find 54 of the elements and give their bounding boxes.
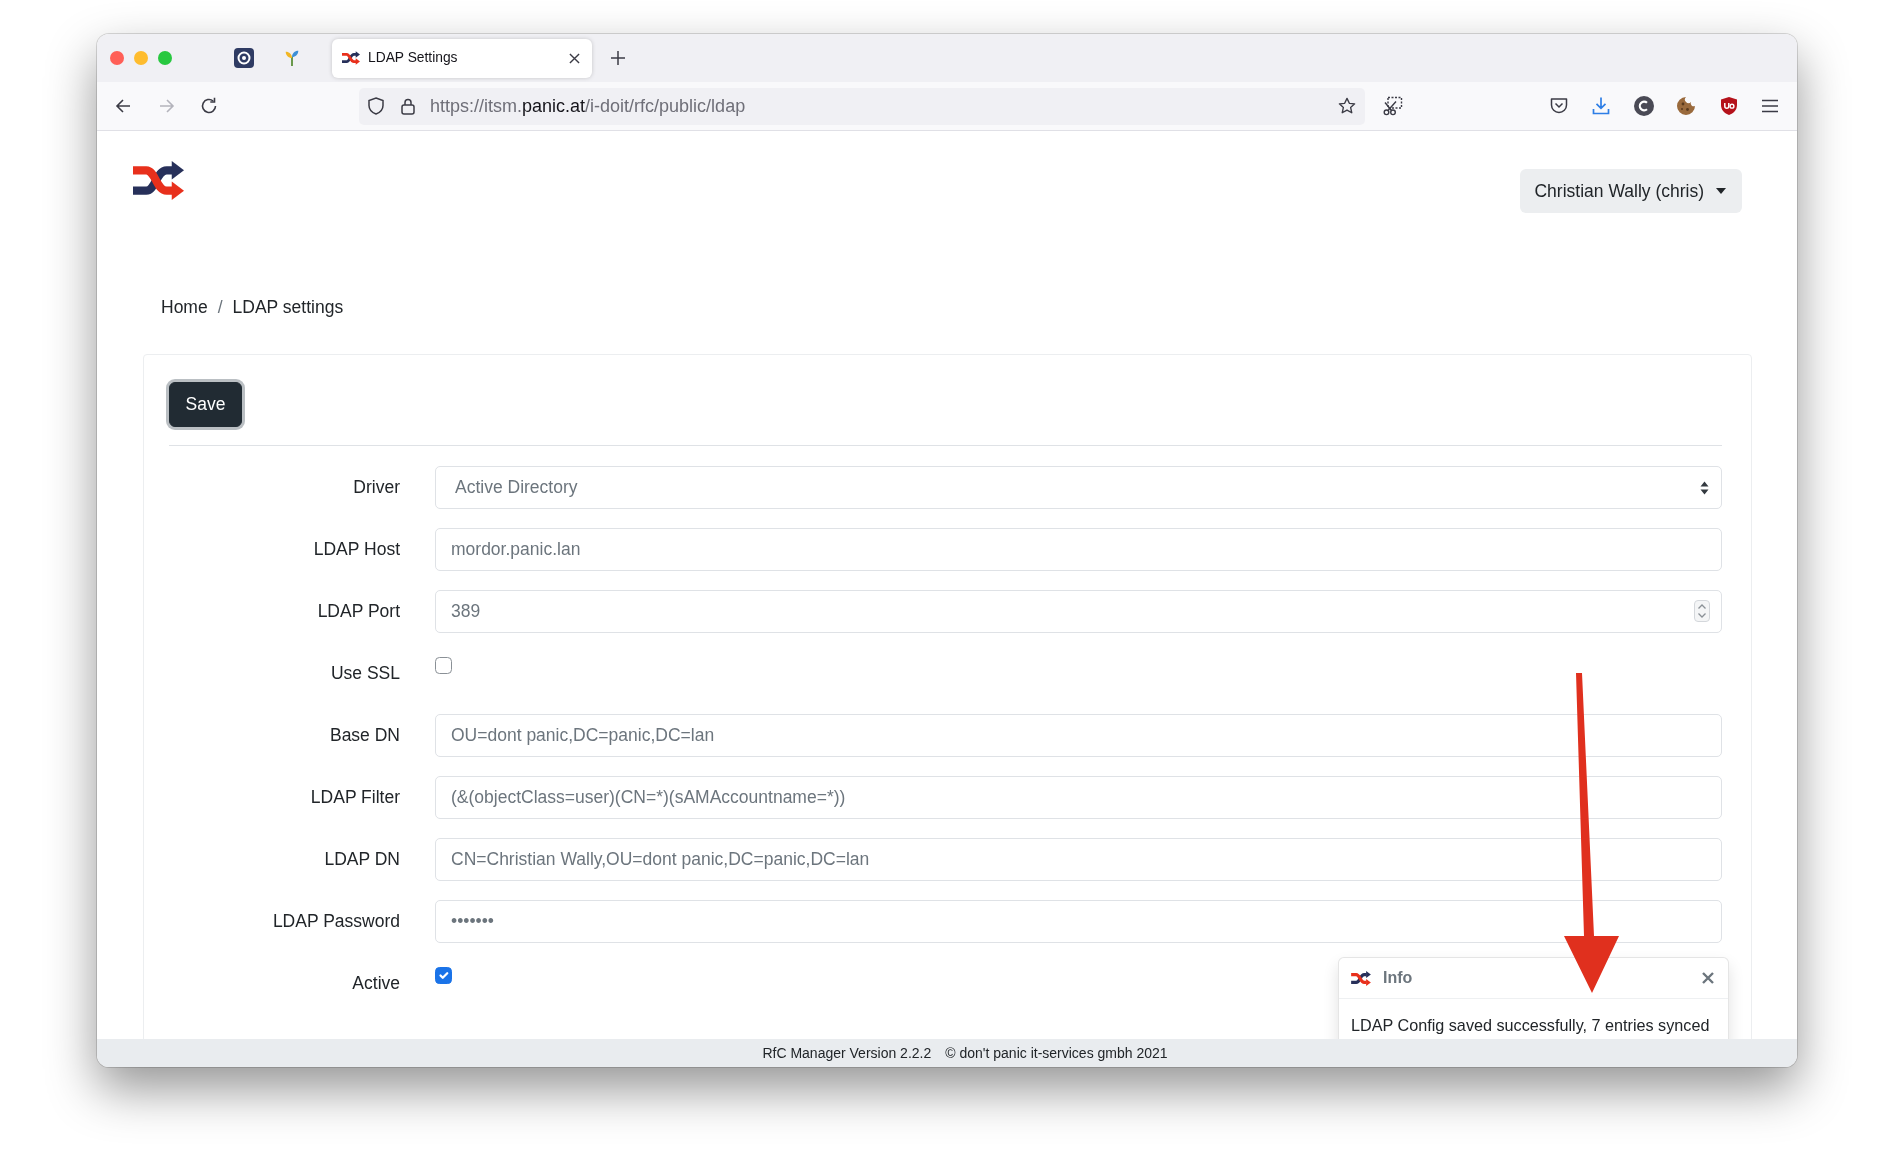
address-bar[interactable]: https://itsm.panic.at/i-doit/rfc/public/ldap — [359, 87, 1365, 125]
input-field[interactable]: CN=Christian Wally,OU=dont panic,DC=panic,DC=lan — [435, 838, 1722, 881]
input-field[interactable]: mordor.panic.lan — [435, 528, 1722, 571]
field-label: Active — [351, 972, 400, 996]
select-field[interactable]: Active Directory — [435, 466, 1722, 509]
crossed-arrows-icon[interactable] — [133, 161, 184, 200]
field-label: Driver — [352, 476, 400, 500]
spinner-icon[interactable] — [1694, 600, 1710, 622]
crossed-arrows-icon — [342, 51, 360, 65]
window-close-icon[interactable] — [110, 51, 124, 65]
breadcrumb-link[interactable]: Home — [161, 294, 208, 320]
password-field[interactable]: ••••••• — [435, 900, 1722, 943]
reload-icon[interactable] — [200, 97, 218, 115]
breadcrumb-separator: / — [217, 296, 223, 319]
back-icon[interactable] — [114, 97, 132, 115]
chevron-badge-icon[interactable] — [1548, 96, 1569, 116]
shield-badge-icon[interactable] — [1718, 96, 1739, 116]
field-label: LDAP DN — [323, 848, 400, 872]
cookie-icon[interactable] — [1676, 96, 1696, 116]
save-button[interactable]: Save — [169, 382, 242, 427]
circle-badge-icon[interactable] — [1633, 96, 1654, 116]
breadcrumb-current: LDAP settings — [232, 296, 344, 319]
caret-icon — [1716, 188, 1726, 194]
url-text: https://itsm.panic.at/i-doit/rfc/public/ldap — [430, 94, 746, 118]
version-text: RfC Manager Version 2.2.2 — [762, 1043, 932, 1063]
field-label: LDAP Port — [316, 600, 400, 624]
lock-icon — [400, 97, 416, 115]
sprout-icon — [283, 49, 301, 67]
user-menu-button[interactable]: Christian Wally (chris) — [1520, 169, 1742, 213]
close-icon[interactable] — [569, 52, 580, 64]
menu-icon[interactable] — [1761, 99, 1779, 113]
sort-caret-icon — [1700, 480, 1709, 495]
field-label: LDAP Password — [271, 910, 400, 934]
number-field[interactable]: 389 — [435, 590, 1722, 633]
field-label: Use SSL — [329, 662, 400, 686]
plus-icon[interactable] — [611, 51, 625, 65]
browser-tab[interactable]: LDAP Settings — [332, 38, 592, 78]
ring-tile-icon — [234, 48, 254, 68]
star-icon[interactable] — [1338, 97, 1356, 115]
crossed-arrows-icon — [1351, 970, 1371, 986]
field-label: LDAP Host — [312, 538, 400, 562]
field-label: Base DN — [328, 724, 400, 748]
checkbox[interactable] — [435, 657, 452, 674]
scissors-icon[interactable] — [1383, 96, 1403, 116]
checkbox[interactable] — [435, 967, 452, 984]
input-field[interactable]: (&(objectClass=user)(CN=*)(sAMAccountname=*)) — [435, 776, 1722, 819]
download-icon[interactable] — [1591, 96, 1611, 116]
close-icon[interactable] — [1702, 972, 1714, 984]
copyright-text: © don't panic it-services gmbh 2021 — [945, 1043, 1168, 1063]
toast-title: Info — [1383, 968, 1413, 988]
input-field[interactable]: OU=dont panic,DC=panic,DC=lan — [435, 714, 1722, 757]
shield-icon — [368, 97, 384, 115]
toast-message: LDAP Config saved successfully, 7 entries synced — [1351, 1016, 1710, 1034]
field-label: LDAP Filter — [309, 786, 400, 810]
